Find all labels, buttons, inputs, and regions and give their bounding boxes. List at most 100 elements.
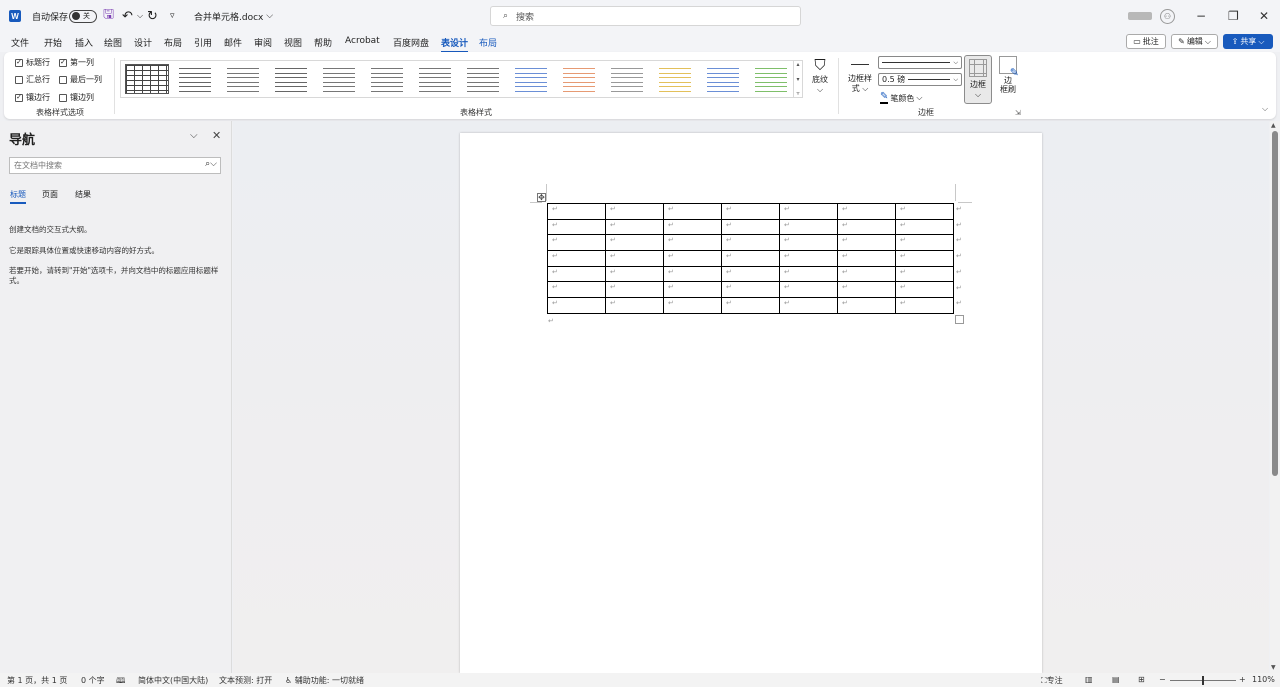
table-cell[interactable]: ↵ (547, 281, 606, 299)
table-cell[interactable]: ↵ (837, 218, 896, 236)
table-resize-handle[interactable] (955, 315, 964, 324)
close-icon[interactable]: ✕ (1259, 0, 1269, 32)
table-style-option[interactable] (413, 64, 457, 94)
table-cell[interactable]: ↵ (721, 218, 780, 236)
table-style-option[interactable] (269, 64, 313, 94)
nav-search-input[interactable]: 在文档中搜索 ⌕⌵ (9, 157, 221, 174)
table-move-handle-icon[interactable]: ✥ (537, 193, 546, 202)
editing-mode-button[interactable]: ✎ 编辑 ⌵ (1171, 34, 1218, 49)
banded-rows-checkbox[interactable]: ✓ 镶边行 (15, 92, 50, 103)
table-cell[interactable]: ↵ (547, 250, 606, 267)
table-style-option[interactable] (173, 64, 217, 94)
table-cell[interactable]: ↵ (895, 297, 954, 314)
tab-home[interactable]: 开始 (44, 36, 62, 49)
table-cell[interactable]: ↵ (663, 250, 722, 267)
table-cell[interactable]: ↵ (895, 250, 954, 267)
tab-mailings[interactable]: 邮件 (224, 36, 242, 49)
table-cell[interactable]: ↵ (895, 281, 954, 299)
tab-acrobat[interactable]: Acrobat (345, 36, 380, 46)
zoom-in-icon[interactable]: + (1239, 675, 1246, 684)
table-cell[interactable]: ↵ (721, 281, 780, 299)
table-style-option[interactable] (653, 64, 697, 94)
table-cell[interactable]: ↵ (605, 203, 664, 220)
tab-references[interactable]: 引用 (194, 36, 212, 49)
text-prediction-status[interactable]: 文本预测: 打开 (219, 675, 272, 686)
search-box[interactable]: ⌕ 搜索 (490, 6, 801, 26)
banded-columns-checkbox[interactable]: 镶边列 (59, 92, 94, 103)
nav-tab-results[interactable]: 结果 (75, 189, 91, 200)
table-cell[interactable]: ↵ (605, 234, 664, 252)
shading-button[interactable]: ⛉ 底纹 ⌵ (808, 56, 832, 100)
table-cell[interactable]: ↵ (779, 203, 838, 220)
line-weight-dropdown[interactable]: 0.5 磅 ⌵ (878, 73, 962, 86)
table-style-option[interactable] (509, 64, 553, 94)
nav-options-icon[interactable]: ⌵ (190, 130, 198, 141)
scroll-down-icon[interactable]: ▼ (1271, 664, 1276, 671)
table-cell[interactable]: ↵ (779, 297, 838, 314)
table-style-option[interactable] (221, 64, 265, 94)
table-style-option[interactable] (461, 64, 505, 94)
restore-icon[interactable]: ❐ (1228, 0, 1239, 32)
nav-tab-pages[interactable]: 页面 (42, 189, 58, 200)
table-cell[interactable]: ↵ (837, 250, 896, 267)
focus-button[interactable]: ⛶专注 (1041, 675, 1063, 686)
table-cell[interactable]: ↵ (663, 297, 722, 314)
scrollbar-thumb[interactable] (1272, 131, 1278, 476)
tab-insert[interactable]: 插入 (75, 36, 93, 49)
table-cell[interactable]: ↵ (547, 203, 606, 220)
nav-close-icon[interactable]: ✕ (212, 129, 221, 142)
avatar[interactable]: ⚇ (1160, 0, 1175, 32)
customize-quick-access-icon[interactable]: ▿ (170, 0, 175, 32)
tab-table-design[interactable]: 表设计 (441, 36, 469, 53)
tab-table-layout[interactable]: 布局 (479, 36, 497, 49)
save-icon[interactable]: 🖫 (103, 0, 114, 32)
undo-dropdown-icon[interactable]: ⌵ (137, 0, 143, 32)
chevron-down-icon[interactable]: ▾ (796, 76, 799, 83)
table-cell[interactable]: ↵ (605, 265, 664, 283)
minimize-icon[interactable]: − (1196, 0, 1206, 32)
document-table[interactable]: ↵ ↵ ↵ ↵ ↵ ↵ ↵ ↵ ↵ ↵ ↵ ↵ ↵ ↵ ↵ ↵ ↵ ↵ ↵ ↵ ↵ ↵ ↵ ↵ ↵ ↵ ↵ ↵ ↵ ↵ ↵ ↵ ↵ ↵ ↵ ↵ ↵ ↵ ↵ ↵… (547, 203, 954, 314)
table-cell[interactable]: ↵ (663, 281, 722, 299)
table-cell[interactable]: ↵ (605, 218, 664, 236)
tab-draw[interactable]: 绘图 (104, 36, 122, 49)
table-cell[interactable]: ↵ (605, 250, 664, 267)
scroll-up-icon[interactable]: ▲ (1271, 122, 1276, 129)
border-painter-button[interactable]: 边 框刷 (996, 56, 1020, 102)
table-cell[interactable]: ↵ (895, 203, 954, 220)
tab-view[interactable]: 视图 (284, 36, 302, 49)
comments-button[interactable]: ▭ 批注 (1126, 34, 1166, 49)
redo-icon[interactable]: ↻ (147, 0, 158, 32)
last-column-checkbox[interactable]: 最后一列 (59, 74, 102, 85)
word-count[interactable]: 0 个字 (81, 675, 105, 686)
table-style-option[interactable] (317, 64, 361, 94)
table-cell[interactable]: ↵ (721, 297, 780, 314)
table-cell[interactable]: ↵ (895, 218, 954, 236)
table-cell[interactable]: ↵ (779, 234, 838, 252)
gallery-scroll[interactable]: ▴ ▾ ▿ (793, 60, 803, 98)
table-cell[interactable]: ↵ (547, 218, 606, 236)
pen-color-button[interactable]: ✎ 笔颜色 ⌵ (880, 92, 922, 104)
zoom-level[interactable]: 110% (1252, 675, 1275, 684)
table-cell[interactable]: ↵ (663, 203, 722, 220)
table-cell[interactable]: ↵ (837, 234, 896, 252)
proofing-icon[interactable]: 🕮 (116, 675, 125, 687)
table-style-option[interactable] (557, 64, 601, 94)
table-cell[interactable]: ↵ (721, 250, 780, 267)
table-cell[interactable]: ↵ (837, 265, 896, 283)
table-cell[interactable]: ↵ (721, 265, 780, 283)
borders-button[interactable]: 边框 ⌵ (964, 55, 992, 104)
tab-layout[interactable]: 布局 (164, 36, 182, 49)
table-cell[interactable]: ↵ (721, 203, 780, 220)
print-layout-icon[interactable]: ▤ (1112, 675, 1120, 684)
first-column-checkbox[interactable]: ✓ 第一列 (59, 57, 94, 68)
border-styles-button[interactable]: 边框样 式 ⌵ (845, 62, 875, 102)
table-cell[interactable]: ↵ (663, 218, 722, 236)
table-cell[interactable]: ↵ (779, 218, 838, 236)
language-status[interactable]: 简体中文(中国大陆) (138, 675, 208, 686)
share-button[interactable]: ⇪ 共享 ⌵ (1223, 34, 1273, 49)
table-cell[interactable]: ↵ (837, 297, 896, 314)
table-style-option[interactable] (365, 64, 409, 94)
search-icon[interactable]: ⌕⌵ (205, 159, 217, 169)
table-cell[interactable]: ↵ (547, 297, 606, 314)
table-cell[interactable]: ↵ (663, 265, 722, 283)
